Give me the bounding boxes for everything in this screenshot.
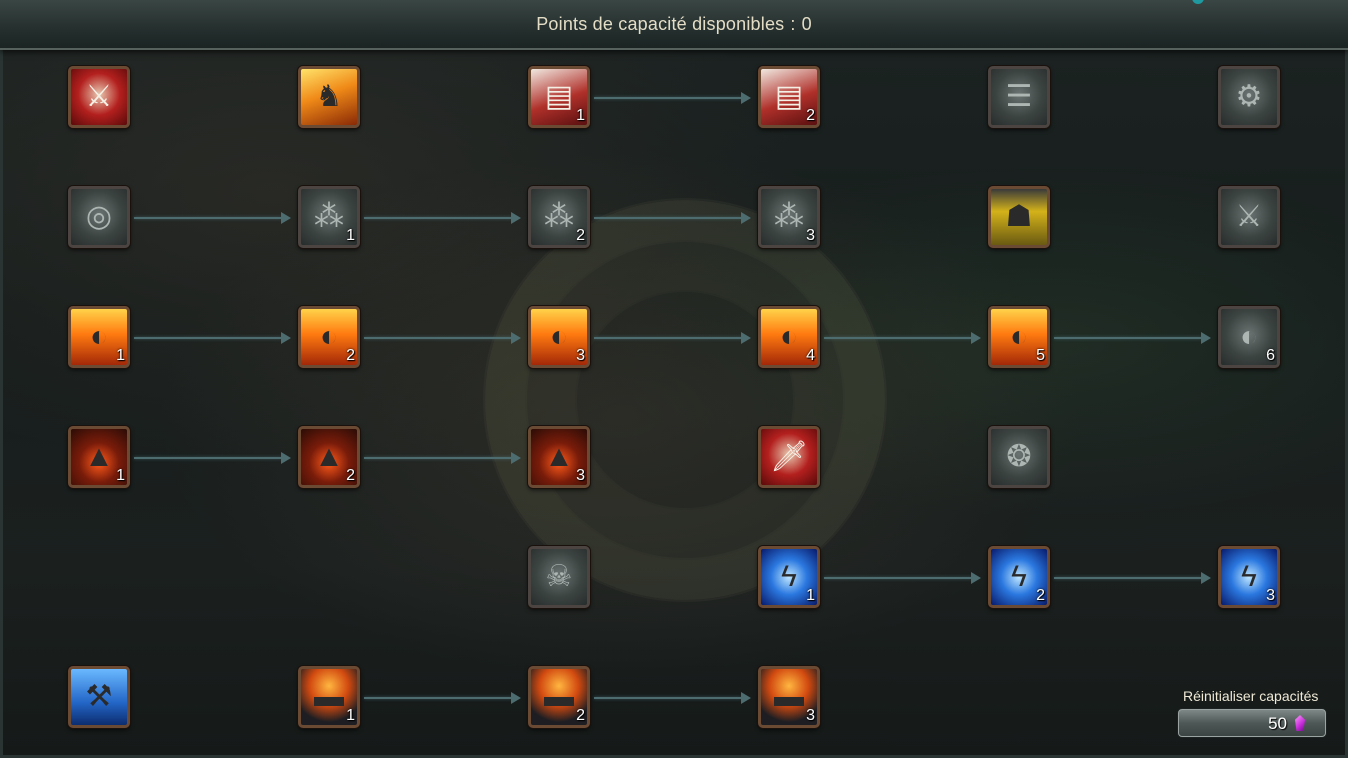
skill-node-tesla-coil-3[interactable]: ϟ 3: [1218, 546, 1280, 608]
skill-node-dagger[interactable]: 🗡: [758, 426, 820, 488]
skill-node-tesla-coil-1[interactable]: ϟ 1: [758, 546, 820, 608]
skill-node-shield-fan-1[interactable]: ◐ 1: [68, 306, 130, 368]
skill-node-anvil-2[interactable]: ▬ 2: [528, 666, 590, 728]
points-available-label: Points de capacité disponibles:0: [0, 14, 1348, 35]
connector-r3-c2-c3: [364, 332, 521, 344]
connector-r3-c4-c5: [824, 332, 981, 344]
connector-r1-c3-c4: [594, 92, 751, 104]
skill-node-locked-engraving[interactable]: ☰: [988, 66, 1050, 128]
skill-node-locked-blade[interactable]: ⚔: [1218, 186, 1280, 248]
skill-rank: 1: [116, 347, 125, 364]
skill-node-crossed-swords[interactable]: ⚔: [68, 66, 130, 128]
skill-node-locked-gear[interactable]: ⚙: [1218, 66, 1280, 128]
skill-node-robot-head[interactable]: ☗: [988, 186, 1050, 248]
skill-node-shield-fan-2[interactable]: ◐ 2: [298, 306, 360, 368]
locked-engraving-icon: ☰: [1005, 80, 1033, 113]
skill-rank: 3: [576, 347, 585, 364]
skill-node-shield-fan-6[interactable]: ◐ 6: [1218, 306, 1280, 368]
connector-r4-c2-c3: [364, 452, 521, 464]
skill-node-cannonballs-1[interactable]: ⁂ 1: [298, 186, 360, 248]
skull-icon: ☠: [545, 560, 573, 593]
skill-node-skull[interactable]: ☠: [528, 546, 590, 608]
hammer-icon: ⚒: [85, 680, 113, 713]
skill-rank: 2: [346, 347, 355, 364]
goblin-rider-icon: ♞: [315, 80, 343, 113]
skill-node-tesla-coil-2[interactable]: ϟ 2: [988, 546, 1050, 608]
connector-r3-c3-c4: [594, 332, 751, 344]
header-gem-ornament: [1192, 0, 1204, 4]
skill-rank: 1: [576, 107, 585, 124]
skill-rank: 2: [576, 707, 585, 724]
connector-r5-c5-c6: [1054, 572, 1211, 584]
connector-r3-c5-c6: [1054, 332, 1211, 344]
points-title: Points de capacité disponibles: [536, 14, 785, 34]
connector-r5-c4-c5: [824, 572, 981, 584]
skill-node-shield-fan-5[interactable]: ◐ 5: [988, 306, 1050, 368]
skill-node-stacked-cards-1[interactable]: ▤ 1: [528, 66, 590, 128]
skill-node-anvil-1[interactable]: ▬ 1: [298, 666, 360, 728]
skill-node-anvil-3[interactable]: ▬ 3: [758, 666, 820, 728]
skill-rank: 3: [806, 227, 815, 244]
skill-node-locked-swirl[interactable]: ❂: [988, 426, 1050, 488]
reset-cost: 50: [1268, 714, 1287, 733]
skill-rank: 2: [806, 107, 815, 124]
skill-rank: 1: [346, 707, 355, 724]
skill-node-cannonballs-2[interactable]: ⁂ 2: [528, 186, 590, 248]
connector-r2-c2-c3: [364, 212, 521, 224]
background-rune-circle: [483, 198, 887, 602]
skill-rank: 1: [346, 227, 355, 244]
connector-r6-c2-c3: [364, 692, 521, 704]
purple-gem-icon: [1295, 715, 1305, 731]
skill-rank: 1: [116, 467, 125, 484]
skill-node-cannonballs-3[interactable]: ⁂ 3: [758, 186, 820, 248]
dagger-icon: 🗡: [769, 440, 809, 473]
points-value: 0: [801, 14, 812, 34]
skill-rank: 5: [1036, 347, 1045, 364]
points-separator: :: [790, 14, 796, 34]
skill-node-shield-fan-3[interactable]: ◐ 3: [528, 306, 590, 368]
skill-tree-panel: [0, 0, 1348, 758]
locked-swirl-icon: ❂: [1006, 440, 1032, 473]
skill-rank: 3: [1266, 587, 1275, 604]
skill-node-target[interactable]: ◎: [68, 186, 130, 248]
skill-rank: 2: [346, 467, 355, 484]
connector-r6-c3-c4: [594, 692, 751, 704]
skill-node-goblin-rider[interactable]: ♞: [298, 66, 360, 128]
target-icon: ◎: [85, 200, 113, 233]
locked-gear-icon: ⚙: [1235, 80, 1263, 113]
skill-node-lava-armor-1[interactable]: ▲ 1: [68, 426, 130, 488]
skill-node-hammer[interactable]: ⚒: [68, 666, 130, 728]
reset-abilities-button[interactable]: 50: [1178, 709, 1326, 737]
connector-r3-c1-c2: [134, 332, 291, 344]
skill-node-shield-fan-4[interactable]: ◐ 4: [758, 306, 820, 368]
skill-rank: 3: [806, 707, 815, 724]
skill-rank: 3: [576, 467, 585, 484]
skill-rank: 2: [1036, 587, 1045, 604]
skill-node-lava-armor-3[interactable]: ▲ 3: [528, 426, 590, 488]
skill-rank: 4: [806, 347, 815, 364]
skill-rank: 6: [1266, 347, 1275, 364]
connector-r2-c3-c4: [594, 212, 751, 224]
crossed-swords-icon: ⚔: [85, 80, 113, 113]
skill-node-lava-armor-2[interactable]: ▲ 2: [298, 426, 360, 488]
robot-head-icon: ☗: [1005, 200, 1033, 233]
reset-abilities-label: Réinitialiser capacités: [1183, 688, 1319, 704]
skill-rank: 2: [576, 227, 585, 244]
skill-rank: 1: [806, 587, 815, 604]
connector-r4-c1-c2: [134, 452, 291, 464]
connector-r2-c1-c2: [134, 212, 291, 224]
header-bar: Points de capacité disponibles:0: [0, 0, 1348, 50]
skill-node-stacked-cards-2[interactable]: ▤ 2: [758, 66, 820, 128]
locked-blade-icon: ⚔: [1235, 200, 1263, 233]
